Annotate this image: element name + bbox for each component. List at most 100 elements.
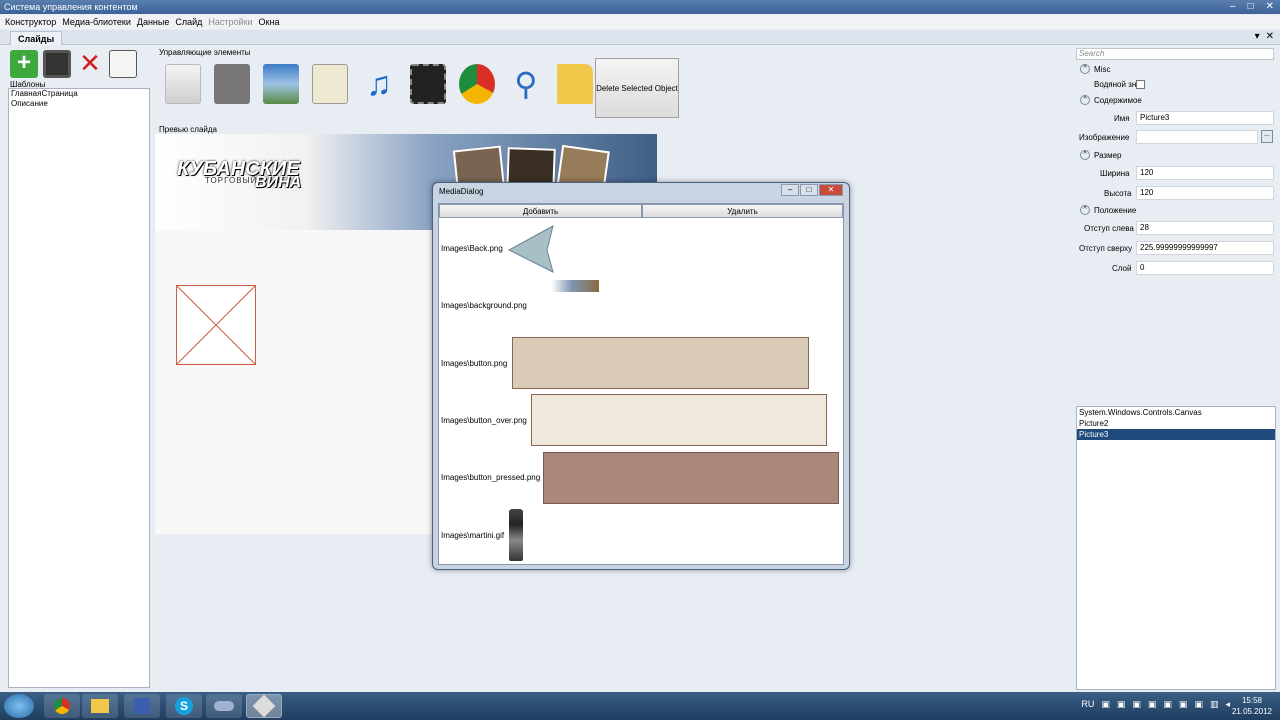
- browser-icon[interactable]: [459, 64, 495, 104]
- image-field[interactable]: [1136, 130, 1258, 144]
- media-item-martini[interactable]: Images\martini.gif: [441, 531, 504, 540]
- clock[interactable]: 15:58 21.05.2012: [1232, 695, 1272, 717]
- height-field[interactable]: 120: [1136, 186, 1274, 200]
- delete-icon[interactable]: ✕: [76, 50, 104, 78]
- layer-label: Слой: [1112, 264, 1132, 273]
- pin-icon[interactable]: ▾: [1255, 31, 1260, 42]
- menu-constructor[interactable]: Конструктор: [2, 15, 59, 29]
- dialog-close-icon[interactable]: ✕: [819, 184, 843, 196]
- collapse-icon[interactable]: ^: [1080, 64, 1090, 74]
- logo-line3: ВИНА: [255, 174, 302, 191]
- group-size-label: Размер: [1094, 150, 1122, 160]
- menu-settings[interactable]: Настройки: [205, 15, 255, 29]
- menu-windows[interactable]: Окна: [256, 15, 283, 29]
- group-misc-label: Misc: [1094, 64, 1111, 74]
- layer-field[interactable]: 0: [1136, 261, 1274, 275]
- media-item-background[interactable]: Images\background.png: [441, 301, 527, 310]
- panel-icon[interactable]: [214, 64, 250, 104]
- browse-image-button[interactable]: ...: [1261, 130, 1273, 143]
- controls-toolbar: ♫ ⚲: [165, 64, 593, 104]
- explorer-taskbar-icon[interactable]: [82, 694, 118, 718]
- start-button-icon[interactable]: [4, 694, 34, 718]
- app-taskbar-icon[interactable]: [206, 694, 242, 718]
- window-title: Система управления контентом: [4, 2, 138, 12]
- tray-icon[interactable]: ▣: [1132, 699, 1141, 710]
- menu-media-libraries[interactable]: Медиа-блиотеки: [59, 15, 134, 29]
- language-indicator[interactable]: RU: [1081, 699, 1094, 710]
- tray-icon[interactable]: ▣: [1101, 699, 1110, 710]
- close-icon[interactable]: ✕: [1266, 0, 1274, 14]
- collapse-icon[interactable]: ^: [1080, 95, 1090, 105]
- skype-taskbar-icon[interactable]: S: [166, 694, 202, 718]
- object-list: System.Windows.Controls.Canvas Picture2 …: [1076, 406, 1276, 690]
- menu-bar: Конструктор Медиа-блиотеки Данные Слайд …: [0, 15, 1280, 29]
- system-tray: RU ▣ ▣ ▣ ▣ ▣ ▣ ▣ ▥ ◂: [1081, 699, 1230, 710]
- minimize-icon[interactable]: –: [1230, 0, 1236, 14]
- tab-close-icon[interactable]: ✕: [1266, 31, 1274, 42]
- music-icon[interactable]: ♫: [361, 64, 397, 104]
- property-search-input[interactable]: Search: [1076, 48, 1274, 60]
- left-offset-label: Отступ слева: [1084, 224, 1134, 233]
- search-icon[interactable]: ⚲: [508, 64, 544, 104]
- tray-icon[interactable]: ▣: [1194, 699, 1203, 710]
- folder-icon[interactable]: [557, 64, 593, 104]
- text-box-icon[interactable]: [165, 64, 201, 104]
- tray-icon[interactable]: ▣: [1117, 699, 1126, 710]
- group-misc[interactable]: ^ Misc: [1080, 64, 1110, 74]
- clock-time: 15:58: [1241, 696, 1262, 705]
- object-item-picture3[interactable]: Picture3: [1077, 429, 1275, 440]
- maximize-icon[interactable]: □: [1248, 0, 1254, 14]
- media-item-button-over[interactable]: Images\button_over.png: [441, 416, 527, 425]
- add-button[interactable]: Добавить: [439, 204, 642, 218]
- properties-icon[interactable]: [109, 50, 137, 78]
- object-item-canvas[interactable]: System.Windows.Controls.Canvas: [1077, 407, 1275, 418]
- add-icon[interactable]: +: [10, 50, 38, 78]
- tab-slides[interactable]: Слайды: [10, 31, 63, 45]
- tray-icon[interactable]: ▣: [1148, 699, 1157, 710]
- media-item-button[interactable]: Images\button.png: [441, 359, 507, 368]
- cms-taskbar-icon[interactable]: [246, 694, 282, 718]
- remove-button[interactable]: Удалить: [642, 204, 843, 218]
- top-offset-field[interactable]: 225.99999999999997: [1136, 241, 1274, 255]
- taskbar: S RU ▣ ▣ ▣ ▣ ▣ ▣ ▣ ▥ ◂ 15:58 21.05.2012: [0, 692, 1280, 720]
- image-icon[interactable]: [263, 64, 299, 104]
- media-item-back[interactable]: Images\Back.png: [441, 244, 503, 253]
- left-offset-field[interactable]: 28: [1136, 221, 1274, 235]
- bottle-thumbnail: [509, 509, 523, 561]
- template-item-main[interactable]: ГлавнаяСтраница: [9, 89, 149, 99]
- media-item-button-pressed[interactable]: Images\button_pressed.png: [441, 473, 540, 482]
- dialog-maximize-icon[interactable]: □: [800, 184, 818, 196]
- group-content[interactable]: ^ Содержимое: [1080, 95, 1142, 105]
- object-item-picture2[interactable]: Picture2: [1077, 418, 1275, 429]
- chrome-taskbar-icon[interactable]: [44, 694, 80, 718]
- button-pressed-thumbnail: [543, 452, 839, 504]
- menu-slide[interactable]: Слайд: [172, 15, 205, 29]
- video-icon[interactable]: [410, 64, 446, 104]
- picture-placeholder[interactable]: [176, 285, 256, 365]
- tray-icon[interactable]: ▣: [1179, 699, 1188, 710]
- template-item-description[interactable]: Описание: [9, 99, 149, 109]
- visual-studio-taskbar-icon[interactable]: [124, 694, 160, 718]
- name-field[interactable]: Picture3: [1136, 111, 1274, 125]
- group-position[interactable]: ^ Положение: [1080, 205, 1136, 215]
- dialog-minimize-icon[interactable]: –: [781, 184, 799, 196]
- watermark-checkbox[interactable]: [1136, 80, 1145, 89]
- menu-data[interactable]: Данные: [134, 15, 173, 29]
- volume-icon[interactable]: ◂: [1225, 699, 1230, 710]
- button-over-thumbnail: [531, 394, 827, 446]
- left-panel: + ✕ Шаблоны ГлавнаяСтраница Описание: [0, 46, 155, 696]
- delete-selected-object-button[interactable]: Delete Selected Object: [595, 58, 679, 118]
- group-position-label: Положение: [1094, 205, 1137, 215]
- collapse-icon[interactable]: ^: [1080, 205, 1090, 215]
- width-label: Ширина: [1100, 169, 1130, 178]
- tab-row: Слайды ▾ ✕: [0, 30, 1280, 45]
- width-field[interactable]: 120: [1136, 166, 1274, 180]
- collapse-icon[interactable]: ^: [1080, 150, 1090, 160]
- save-icon[interactable]: [43, 50, 71, 78]
- controls-label: Управляющие элементы: [159, 48, 251, 57]
- tray-icon[interactable]: ▣: [1163, 699, 1172, 710]
- document-icon[interactable]: [312, 64, 348, 104]
- group-size[interactable]: ^ Размер: [1080, 150, 1122, 160]
- height-label: Высота: [1104, 189, 1132, 198]
- network-icon[interactable]: ▥: [1210, 699, 1219, 710]
